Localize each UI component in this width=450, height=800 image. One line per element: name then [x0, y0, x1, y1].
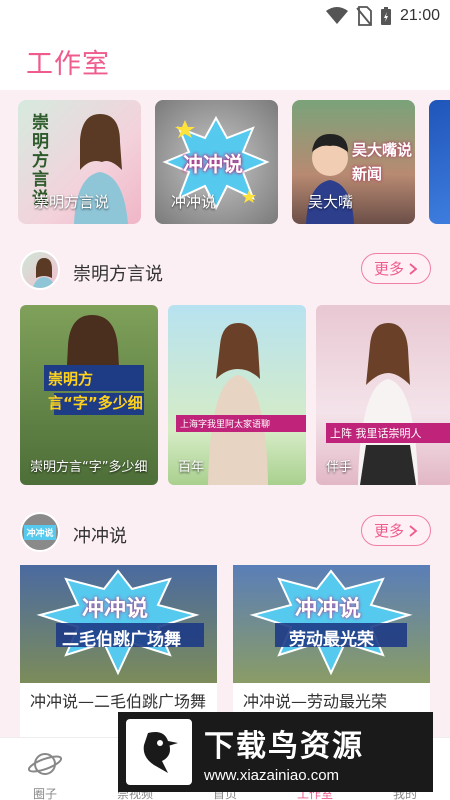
section-title: 崇明方言说 — [73, 264, 163, 285]
video-thumbnail: 冲冲说 二毛伯跳广场舞 — [20, 565, 217, 683]
battery-icon — [380, 7, 391, 25]
video-art-text: 上海字我里阿太家语聊 — [176, 415, 306, 432]
chevron-right-icon — [409, 262, 418, 275]
status-time: 21:00 — [399, 7, 440, 24]
chevron-right-icon — [409, 524, 418, 537]
video-card[interactable]: 崇明方言“字”多少细 崇明方言“字”多少细 — [20, 305, 158, 485]
video-art-subtitle: 二毛伯跳广场舞 — [62, 630, 181, 650]
video-art-text: 崇明方言“字”多少细 — [48, 370, 143, 412]
status-icons: 21:00 — [325, 6, 440, 26]
presenter-avatar-image — [32, 258, 56, 288]
video-art-text: 上阵 我里话崇明人 — [326, 423, 450, 443]
video-title: 崇明方言“字”多少细 — [30, 460, 148, 475]
studio-card-label: 吴大嘴 — [308, 193, 354, 211]
avatar[interactable] — [20, 250, 60, 290]
avatar[interactable]: 冲冲说 — [20, 512, 60, 552]
section-header-chongchong: 冲冲说 冲冲说 更多 — [0, 512, 450, 558]
more-button[interactable]: 更多 — [361, 515, 431, 546]
section-header-chongming: 崇明方言说 更多 — [0, 250, 450, 296]
video-card[interactable]: 上海字我里阿太家语聊 百年 — [168, 305, 306, 485]
nav-item-circle[interactable]: 圈子 — [0, 746, 90, 800]
more-button-label: 更多 — [373, 260, 404, 278]
status-bar: 21:00 — [0, 0, 450, 32]
page-title: 工作室 — [26, 49, 110, 80]
video-thumbnail — [358, 323, 418, 485]
wifi-icon — [325, 7, 348, 24]
video-title: 伴手 — [326, 460, 353, 475]
studio-card-label: 崇明方言说 — [34, 193, 110, 211]
avatar-text: 冲冲说 — [24, 524, 56, 540]
watermark-text: 下载鸟资源 www.xiazainiao.com — [204, 721, 364, 784]
watermark-title: 下载鸟资源 — [204, 728, 364, 764]
card-art-text: 冲冲说 — [183, 152, 243, 176]
burst-graphic — [249, 569, 413, 676]
video-thumbnail — [208, 323, 268, 485]
watermark-banner: 下载鸟资源 www.xiazainiao.com — [118, 712, 433, 792]
app-header: 工作室 — [0, 32, 450, 90]
burst-graphic — [36, 569, 204, 676]
studio-card[interactable]: 崇明方言说 崇明方言说 — [18, 100, 141, 224]
bird-logo-icon — [126, 719, 192, 785]
video-title: 百年 — [178, 460, 205, 475]
no-sim-icon — [356, 6, 372, 26]
section-title: 冲冲说 — [73, 526, 127, 547]
studio-card[interactable]: 吴大嘴说新闻 吴大嘴 — [292, 100, 415, 224]
more-button[interactable]: 更多 — [361, 253, 431, 284]
more-button-label: 更多 — [373, 522, 404, 540]
video-art-title: 冲冲说 — [82, 597, 149, 622]
planet-icon — [27, 753, 63, 775]
nav-label: 圈子 — [32, 787, 57, 800]
card-art-text: 吴大嘴说新闻 — [352, 141, 413, 183]
studio-card-label: 冲冲说 — [171, 193, 217, 211]
watermark-url: www.xiazainiao.com — [204, 766, 340, 784]
video-list-chongming[interactable]: 崇明方言“字”多少细 崇明方言“字”多少细 上海字我里阿太家语聊 百年 上阵 我… — [20, 305, 450, 487]
video-thumbnail: 冲冲说 劳动最光荣 — [233, 565, 430, 683]
studio-card[interactable]: 冲冲说 冲冲说 — [155, 100, 278, 224]
video-card[interactable]: 上阵 我里话崇明人 伴手 — [316, 305, 450, 485]
video-art-subtitle: 劳动最光荣 — [289, 630, 374, 650]
video-art-title: 冲冲说 — [295, 597, 362, 622]
studio-cards-row[interactable]: 崇明方言说 崇明方言说 冲冲说 冲冲说 吴大嘴说新闻 吴大嘴 — [18, 100, 450, 228]
studio-card[interactable] — [429, 100, 450, 224]
